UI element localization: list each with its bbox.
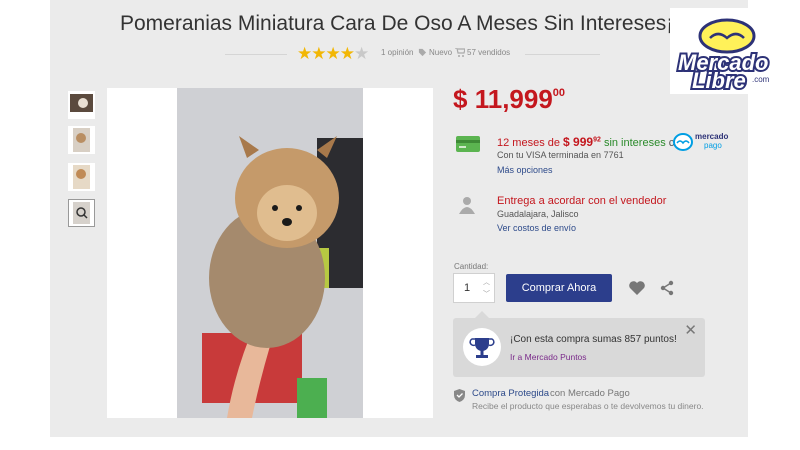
quantity-value: 1 <box>464 282 471 294</box>
installments-cents: 92 <box>593 136 601 144</box>
protection-with: con Mercado Pago <box>550 388 630 399</box>
trophy-icon <box>469 338 495 358</box>
mercadolibre-logo[interactable]: Mercado Libre .com <box>670 8 792 95</box>
protection-description: Recibe el producto que esperabas o te de… <box>472 401 704 411</box>
close-icon[interactable]: ✕ <box>684 321 697 339</box>
divider-right <box>525 54 600 55</box>
price-cents: 00 <box>552 87 566 100</box>
thumbnail-4-selected[interactable] <box>68 199 95 227</box>
cart-icon <box>455 47 466 59</box>
protected-purchase-link[interactable]: Compra Protegida <box>472 388 549 399</box>
more-options-link[interactable]: Más opciones <box>497 165 553 175</box>
main-product-image[interactable] <box>107 88 433 418</box>
shield-icon <box>454 389 465 402</box>
sold-count: 57 vendidos <box>467 48 511 57</box>
price-currency: $ <box>453 84 468 114</box>
rating-stars[interactable]: ★★★★★ <box>297 44 369 64</box>
credit-card-icon <box>456 136 480 157</box>
thumbnail-3[interactable] <box>68 163 95 191</box>
share-icon[interactable] <box>660 280 674 301</box>
pomeranian-photo <box>107 88 433 418</box>
star-icon: ★ <box>339 44 355 63</box>
heart-icon[interactable] <box>628 280 646 301</box>
shipping-title: Entrega a acordar con el vendedor <box>497 195 667 207</box>
quantity-stepper[interactable]: 1 ︿ ﹀ <box>453 273 495 303</box>
quantity-label: Cantidad: <box>454 262 489 271</box>
shipping-location: Guadalajara, Jalisco <box>497 209 579 219</box>
divider-left <box>225 54 287 55</box>
product-title: Pomeranias Miniatura Cara De Oso A Meses… <box>120 12 674 35</box>
card-info: Con tu VISA terminada en 7761 <box>497 150 624 160</box>
star-icon: ★ <box>297 44 312 63</box>
installments-prefix: 12 meses de <box>497 137 560 149</box>
trophy-badge <box>463 328 501 366</box>
installments-amount: $ 999 <box>563 135 594 149</box>
star-icon: ★ <box>325 44 341 63</box>
star-icon: ★ <box>354 44 369 63</box>
installments-line: 12 meses de $ 99992 sin intereses con <box>497 135 687 149</box>
price-integer: 11,999 <box>474 84 553 114</box>
shipping-costs-link[interactable]: Ver costos de envío <box>497 223 576 233</box>
logo-word-2: Libre <box>692 68 746 93</box>
chevron-down-icon[interactable]: ﹀ <box>483 289 490 299</box>
points-message: ¡Con esta compra sumas 857 puntos! <box>510 334 677 345</box>
tag-icon <box>418 48 427 59</box>
condition-label: Nuevo <box>429 48 453 57</box>
star-icon: ★ <box>311 44 326 63</box>
no-interest-label: sin intereses <box>603 137 666 149</box>
product-price: $ 11,99900 <box>453 84 565 115</box>
mp-word-2: pago <box>704 141 722 150</box>
points-notification: ¡Con esta compra sumas 857 puntos! Ir a … <box>453 311 705 377</box>
logo-graphic: Mercado Libre .com <box>676 18 770 95</box>
reviews-link[interactable]: 1 opinión <box>381 48 413 57</box>
buy-now-button[interactable]: Comprar Ahora <box>506 274 612 302</box>
user-icon <box>458 196 476 219</box>
thumbnail-2[interactable] <box>68 126 95 154</box>
rating-row: ★★★★★ 1 opinión Nuevo 57 vendidos <box>225 44 600 64</box>
mp-word-1: mercado <box>695 132 729 141</box>
chevron-up-icon[interactable]: ︿ <box>483 277 490 287</box>
logo-suffix: .com <box>752 75 770 84</box>
thumbnail-1[interactable] <box>68 91 95 119</box>
mercado-points-link[interactable]: Ir a Mercado Puntos <box>510 352 587 362</box>
mercadopago-logo: mercado pago <box>673 132 733 152</box>
